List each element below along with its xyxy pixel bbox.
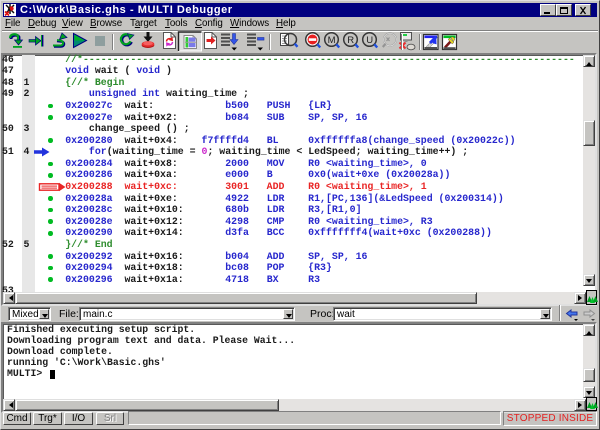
svg-text:M: M xyxy=(328,35,336,46)
svg-text:R: R xyxy=(347,35,354,46)
svg-text:U: U xyxy=(366,35,373,46)
